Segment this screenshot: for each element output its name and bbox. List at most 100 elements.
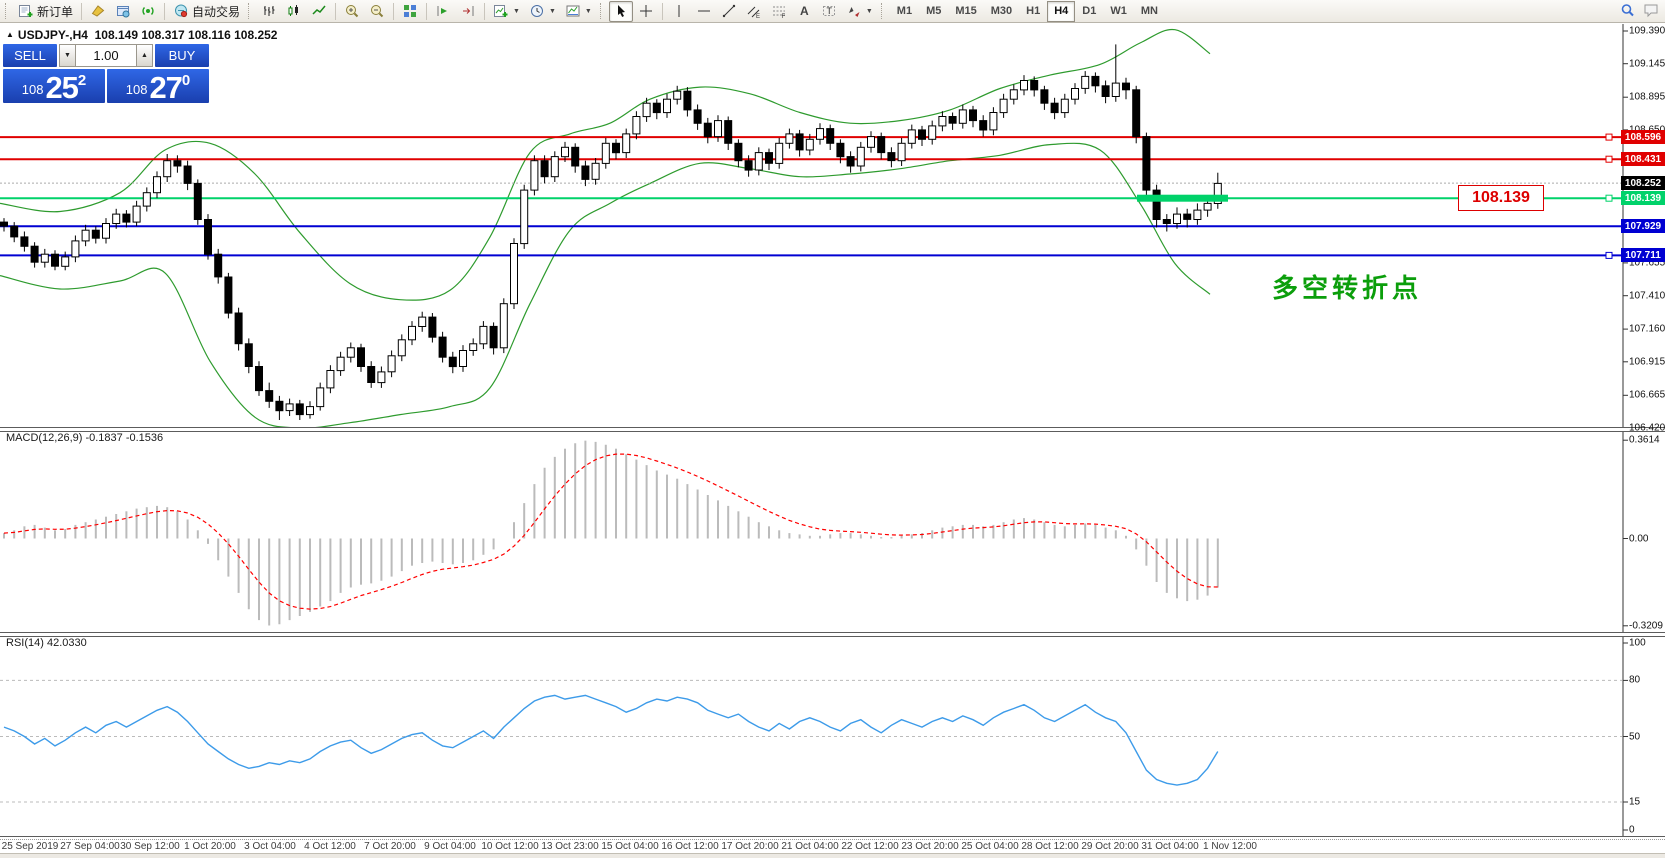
arrows-tool-button[interactable]: ▼ — [842, 1, 877, 22]
sell-price-button[interactable]: 108 25 2 — [3, 69, 105, 103]
panel-separator[interactable] — [0, 632, 1665, 637]
candle-body — [776, 143, 783, 163]
candle-body — [541, 161, 548, 177]
candle-body — [388, 356, 395, 372]
sell-button[interactable]: SELL — [3, 44, 57, 67]
text-label-tool-button[interactable]: T — [817, 1, 841, 22]
crosshair-tool-button[interactable] — [634, 1, 658, 22]
new-order-button[interactable]: 新订单 — [14, 1, 77, 22]
signals-button[interactable] — [136, 1, 160, 22]
turning-point-annotation[interactable]: 多空转折点 — [1272, 268, 1422, 305]
candle-body — [1092, 76, 1099, 85]
cursor-tool-button[interactable] — [609, 1, 633, 22]
buy-button[interactable]: BUY — [155, 44, 209, 67]
candle-body — [490, 326, 497, 347]
templates-button[interactable]: ▼ — [561, 1, 596, 22]
tile-windows-button[interactable] — [398, 1, 422, 22]
tab-timeframe-W1[interactable]: W1 — [1103, 1, 1134, 22]
candle-body — [460, 351, 467, 367]
trendline-tool-button[interactable] — [717, 1, 741, 22]
buy-price-button[interactable]: 108 27 0 — [107, 69, 209, 103]
symbol-name: USDJPY-,H4 — [18, 28, 88, 42]
tab-timeframe-H1[interactable]: H1 — [1019, 1, 1047, 22]
candle-body — [194, 183, 201, 219]
zoom-out-button[interactable] — [365, 1, 389, 22]
candle-body — [643, 103, 650, 116]
chart-shift-icon — [460, 3, 476, 19]
candle-body — [949, 117, 956, 124]
candle-body — [1061, 99, 1068, 112]
toolbar-separator — [164, 3, 165, 20]
candle-body — [531, 161, 538, 190]
candle-body — [857, 147, 864, 166]
candle-body — [500, 304, 507, 348]
candle-chart-button[interactable] — [282, 1, 306, 22]
toolbar-drag-handle[interactable] — [248, 3, 253, 19]
macd-signal-line — [4, 454, 1218, 609]
candle-body — [562, 147, 569, 156]
collapse-arrow-icon[interactable]: ▲ — [6, 30, 14, 39]
toolbar-separator — [81, 3, 82, 20]
chart-shift-button[interactable] — [456, 1, 480, 22]
candle-body — [898, 143, 905, 160]
candle-body — [1021, 81, 1028, 90]
bar-chart-icon — [261, 3, 277, 19]
candle-body — [633, 117, 640, 134]
candle-body — [1112, 83, 1119, 96]
fibonacci-tool-button[interactable]: F — [767, 1, 791, 22]
autotrading-button[interactable]: 自动交易 — [169, 1, 244, 22]
indicators-button[interactable]: ▼ — [489, 1, 524, 22]
zoom-in-button[interactable] — [340, 1, 364, 22]
candle-body — [449, 357, 456, 366]
tab-timeframe-M30[interactable]: M30 — [984, 1, 1019, 22]
profiles-button[interactable] — [86, 1, 110, 22]
candle-body — [286, 404, 293, 411]
horizontal-line-tool-button[interactable] — [692, 1, 716, 22]
candle-chart-icon — [286, 3, 302, 19]
toolbar-separator — [426, 3, 427, 20]
candle-body — [398, 340, 405, 356]
candle-body — [959, 110, 966, 123]
symbol-info-bar: ▲USDJPY-,H4 108.149 108.317 108.116 108.… — [6, 28, 277, 42]
candle-body — [1143, 137, 1150, 191]
volume-input[interactable]: 1.00 — [76, 44, 136, 67]
auto-scroll-button[interactable] — [431, 1, 455, 22]
toolbar-drag-handle[interactable] — [5, 3, 10, 19]
candle-body — [919, 130, 926, 139]
candle-body — [113, 214, 120, 223]
volume-increase-button[interactable]: ▲ — [136, 44, 153, 67]
tab-timeframe-H4[interactable]: H4 — [1047, 1, 1075, 22]
template-icon — [565, 3, 581, 19]
tab-timeframe-MN[interactable]: MN — [1134, 1, 1165, 22]
candle-body — [623, 134, 630, 153]
market-watch-button[interactable] — [111, 1, 135, 22]
volume-decrease-button[interactable]: ▼ — [59, 44, 76, 67]
price-annotation-box[interactable]: 108.139 — [1458, 185, 1544, 211]
chat-icon[interactable] — [1643, 2, 1659, 18]
vertical-line-tool-button[interactable] — [667, 1, 691, 22]
sell-price-sup: 2 — [78, 72, 86, 89]
line-chart-button[interactable] — [307, 1, 331, 22]
candle-body — [837, 143, 844, 156]
panel-separator[interactable] — [0, 427, 1665, 432]
text-tool-button[interactable]: A — [792, 1, 816, 22]
buy-price-sup: 0 — [182, 72, 190, 89]
periods-button[interactable]: ▼ — [525, 1, 560, 22]
candle-body — [817, 129, 824, 140]
tab-timeframe-M1[interactable]: M1 — [890, 1, 919, 22]
line-endpoint-marker — [1606, 252, 1612, 258]
tab-timeframe-M15[interactable]: M15 — [948, 1, 983, 22]
candle-body — [1051, 103, 1058, 112]
search-icon[interactable] — [1619, 2, 1635, 18]
toolbar-drag-handle[interactable] — [600, 3, 605, 19]
channel-tool-button[interactable]: E — [742, 1, 766, 22]
profiles-icon — [90, 3, 106, 19]
candle-body — [164, 161, 171, 177]
candle-body — [990, 113, 997, 130]
bar-chart-button[interactable] — [257, 1, 281, 22]
tab-timeframe-D1[interactable]: D1 — [1075, 1, 1103, 22]
tab-timeframe-M5[interactable]: M5 — [919, 1, 948, 22]
candle-body — [256, 367, 263, 391]
candle-body — [755, 153, 762, 170]
toolbar-drag-handle[interactable] — [881, 3, 886, 19]
